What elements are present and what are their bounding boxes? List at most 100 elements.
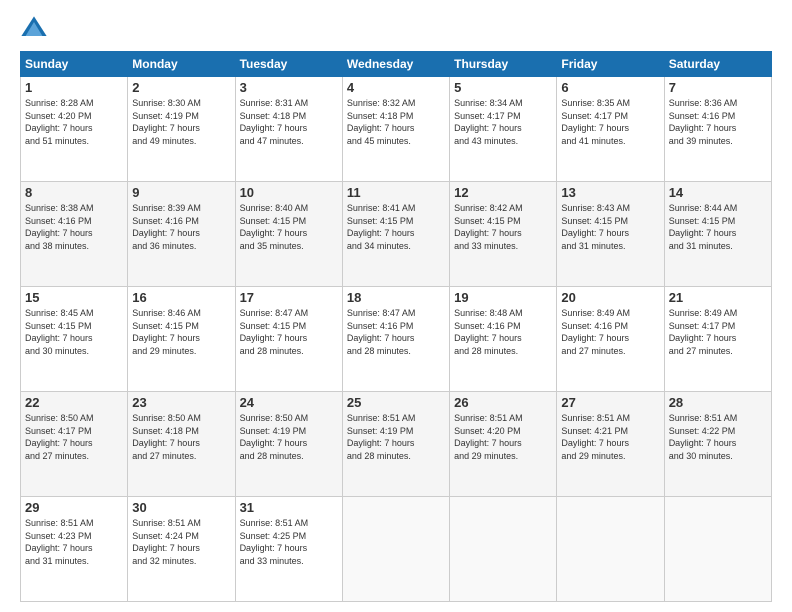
calendar-cell: 14 Sunrise: 8:44 AM Sunset: 4:15 PM Dayli… bbox=[664, 182, 771, 287]
cell-info: Sunrise: 8:40 AM Sunset: 4:15 PM Dayligh… bbox=[240, 202, 338, 252]
day-number: 1 bbox=[25, 80, 123, 95]
calendar-cell bbox=[342, 497, 449, 602]
calendar-cell: 12Sunrise: 8:42 AM Sunset: 4:15 PM Dayli… bbox=[450, 182, 557, 287]
calendar-cell: 30 Sunrise: 8:51 AM Sunset: 4:24 PM Dayli… bbox=[128, 497, 235, 602]
calendar-cell: 11Sunrise: 8:41 AM Sunset: 4:15 PM Dayli… bbox=[342, 182, 449, 287]
calendar-cell: 6 Sunrise: 8:35 AM Sunset: 4:17 PM Daylig… bbox=[557, 77, 664, 182]
day-number: 19 bbox=[454, 290, 552, 305]
cell-info: Sunrise: 8:50 AM Sunset: 4:19 PM Dayligh… bbox=[240, 412, 338, 462]
calendar-cell: 29 Sunrise: 8:51 AM Sunset: 4:23 PM Dayli… bbox=[21, 497, 128, 602]
day-number: 8 bbox=[25, 185, 123, 200]
cell-info: Sunrise: 8:48 AM Sunset: 4:16 PM Dayligh… bbox=[454, 307, 552, 357]
cell-info: Sunrise: 8:47 AM Sunset: 4:15 PM Dayligh… bbox=[240, 307, 338, 357]
day-number: 4 bbox=[347, 80, 445, 95]
calendar-cell: 31Sunrise: 8:51 AM Sunset: 4:25 PM Dayli… bbox=[235, 497, 342, 602]
calendar-cell: 18Sunrise: 8:47 AM Sunset: 4:16 PM Dayli… bbox=[342, 287, 449, 392]
cell-info: Sunrise: 8:34 AM Sunset: 4:17 PM Dayligh… bbox=[454, 97, 552, 147]
week-row-2: 8 Sunrise: 8:38 AM Sunset: 4:16 PM Daylig… bbox=[21, 182, 772, 287]
week-row-5: 29 Sunrise: 8:51 AM Sunset: 4:23 PM Dayli… bbox=[21, 497, 772, 602]
day-number: 7 bbox=[669, 80, 767, 95]
day-number: 25 bbox=[347, 395, 445, 410]
week-row-3: 15 Sunrise: 8:45 AM Sunset: 4:15 PM Dayli… bbox=[21, 287, 772, 392]
cell-info: Sunrise: 8:46 AM Sunset: 4:15 PM Dayligh… bbox=[132, 307, 230, 357]
calendar-cell: 3 Sunrise: 8:31 AM Sunset: 4:18 PM Daylig… bbox=[235, 77, 342, 182]
weekday-thursday: Thursday bbox=[450, 52, 557, 77]
day-number: 15 bbox=[25, 290, 123, 305]
cell-info: Sunrise: 8:35 AM Sunset: 4:17 PM Dayligh… bbox=[561, 97, 659, 147]
day-number: 18 bbox=[347, 290, 445, 305]
week-row-4: 22 Sunrise: 8:50 AM Sunset: 4:17 PM Dayli… bbox=[21, 392, 772, 497]
calendar-cell: 8 Sunrise: 8:38 AM Sunset: 4:16 PM Daylig… bbox=[21, 182, 128, 287]
day-number: 20 bbox=[561, 290, 659, 305]
weekday-tuesday: Tuesday bbox=[235, 52, 342, 77]
day-number: 2 bbox=[132, 80, 230, 95]
day-number: 29 bbox=[25, 500, 123, 515]
day-number: 30 bbox=[132, 500, 230, 515]
day-number: 27 bbox=[561, 395, 659, 410]
calendar-cell: 16 Sunrise: 8:46 AM Sunset: 4:15 PM Dayli… bbox=[128, 287, 235, 392]
cell-info: Sunrise: 8:51 AM Sunset: 4:19 PM Dayligh… bbox=[347, 412, 445, 462]
calendar-cell: 28 Sunrise: 8:51 AM Sunset: 4:22 PM Dayli… bbox=[664, 392, 771, 497]
day-number: 16 bbox=[132, 290, 230, 305]
cell-info: Sunrise: 8:45 AM Sunset: 4:15 PM Dayligh… bbox=[25, 307, 123, 357]
calendar-cell bbox=[557, 497, 664, 602]
cell-info: Sunrise: 8:30 AM Sunset: 4:19 PM Dayligh… bbox=[132, 97, 230, 147]
calendar-cell: 2 Sunrise: 8:30 AM Sunset: 4:19 PM Daylig… bbox=[128, 77, 235, 182]
calendar-cell: 26 Sunrise: 8:51 AM Sunset: 4:20 PM Dayli… bbox=[450, 392, 557, 497]
day-number: 26 bbox=[454, 395, 552, 410]
day-number: 9 bbox=[132, 185, 230, 200]
calendar-cell: 4 Sunrise: 8:32 AM Sunset: 4:18 PM Daylig… bbox=[342, 77, 449, 182]
weekday-wednesday: Wednesday bbox=[342, 52, 449, 77]
day-number: 12 bbox=[454, 185, 552, 200]
logo-icon bbox=[20, 15, 48, 43]
calendar-cell bbox=[664, 497, 771, 602]
header bbox=[20, 15, 772, 43]
calendar-cell: 5 Sunrise: 8:34 AM Sunset: 4:17 PM Daylig… bbox=[450, 77, 557, 182]
weekday-monday: Monday bbox=[128, 52, 235, 77]
calendar-table: SundayMondayTuesdayWednesdayThursdayFrid… bbox=[20, 51, 772, 602]
day-number: 6 bbox=[561, 80, 659, 95]
cell-info: Sunrise: 8:51 AM Sunset: 4:22 PM Dayligh… bbox=[669, 412, 767, 462]
calendar-cell: 9 Sunrise: 8:39 AM Sunset: 4:16 PM Daylig… bbox=[128, 182, 235, 287]
cell-info: Sunrise: 8:50 AM Sunset: 4:18 PM Dayligh… bbox=[132, 412, 230, 462]
cell-info: Sunrise: 8:39 AM Sunset: 4:16 PM Dayligh… bbox=[132, 202, 230, 252]
calendar-cell: 10Sunrise: 8:40 AM Sunset: 4:15 PM Dayli… bbox=[235, 182, 342, 287]
day-number: 31 bbox=[240, 500, 338, 515]
cell-info: Sunrise: 8:51 AM Sunset: 4:24 PM Dayligh… bbox=[132, 517, 230, 567]
cell-info: Sunrise: 8:38 AM Sunset: 4:16 PM Dayligh… bbox=[25, 202, 123, 252]
page: SundayMondayTuesdayWednesdayThursdayFrid… bbox=[0, 0, 792, 612]
calendar-cell: 13Sunrise: 8:43 AM Sunset: 4:15 PM Dayli… bbox=[557, 182, 664, 287]
calendar-cell bbox=[450, 497, 557, 602]
cell-info: Sunrise: 8:51 AM Sunset: 4:23 PM Dayligh… bbox=[25, 517, 123, 567]
day-number: 22 bbox=[25, 395, 123, 410]
week-row-1: 1Sunrise: 8:28 AM Sunset: 4:20 PM Daylig… bbox=[21, 77, 772, 182]
calendar-cell: 1Sunrise: 8:28 AM Sunset: 4:20 PM Daylig… bbox=[21, 77, 128, 182]
cell-info: Sunrise: 8:31 AM Sunset: 4:18 PM Dayligh… bbox=[240, 97, 338, 147]
cell-info: Sunrise: 8:44 AM Sunset: 4:15 PM Dayligh… bbox=[669, 202, 767, 252]
cell-info: Sunrise: 8:50 AM Sunset: 4:17 PM Dayligh… bbox=[25, 412, 123, 462]
cell-info: Sunrise: 8:32 AM Sunset: 4:18 PM Dayligh… bbox=[347, 97, 445, 147]
calendar-cell: 22 Sunrise: 8:50 AM Sunset: 4:17 PM Dayli… bbox=[21, 392, 128, 497]
calendar-cell: 7 Sunrise: 8:36 AM Sunset: 4:16 PM Daylig… bbox=[664, 77, 771, 182]
day-number: 21 bbox=[669, 290, 767, 305]
calendar-cell: 19 Sunrise: 8:48 AM Sunset: 4:16 PM Dayli… bbox=[450, 287, 557, 392]
weekday-header-row: SundayMondayTuesdayWednesdayThursdayFrid… bbox=[21, 52, 772, 77]
day-number: 5 bbox=[454, 80, 552, 95]
weekday-saturday: Saturday bbox=[664, 52, 771, 77]
calendar-cell: 20Sunrise: 8:49 AM Sunset: 4:16 PM Dayli… bbox=[557, 287, 664, 392]
cell-info: Sunrise: 8:51 AM Sunset: 4:21 PM Dayligh… bbox=[561, 412, 659, 462]
weekday-friday: Friday bbox=[557, 52, 664, 77]
cell-info: Sunrise: 8:41 AM Sunset: 4:15 PM Dayligh… bbox=[347, 202, 445, 252]
calendar-body: 1Sunrise: 8:28 AM Sunset: 4:20 PM Daylig… bbox=[21, 77, 772, 602]
day-number: 3 bbox=[240, 80, 338, 95]
day-number: 17 bbox=[240, 290, 338, 305]
logo bbox=[20, 15, 52, 43]
day-number: 24 bbox=[240, 395, 338, 410]
cell-info: Sunrise: 8:51 AM Sunset: 4:20 PM Dayligh… bbox=[454, 412, 552, 462]
weekday-sunday: Sunday bbox=[21, 52, 128, 77]
day-number: 28 bbox=[669, 395, 767, 410]
day-number: 14 bbox=[669, 185, 767, 200]
calendar-cell: 15 Sunrise: 8:45 AM Sunset: 4:15 PM Dayli… bbox=[21, 287, 128, 392]
cell-info: Sunrise: 8:36 AM Sunset: 4:16 PM Dayligh… bbox=[669, 97, 767, 147]
cell-info: Sunrise: 8:49 AM Sunset: 4:17 PM Dayligh… bbox=[669, 307, 767, 357]
